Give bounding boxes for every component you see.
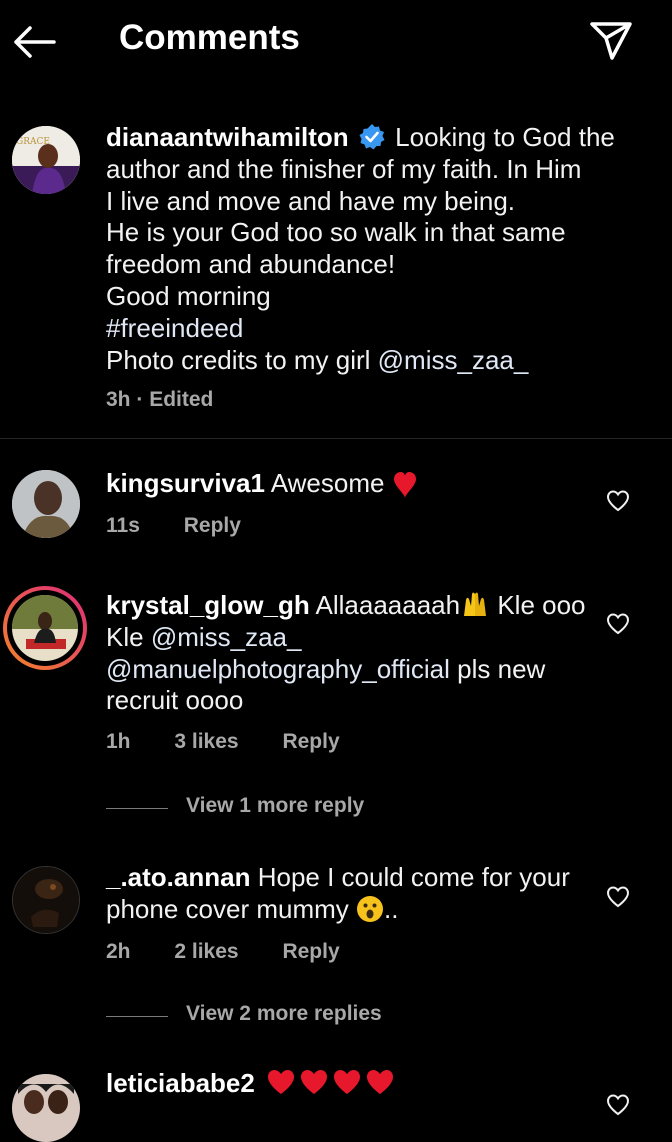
comment-meta: 2h 2 likes Reply [106, 940, 378, 964]
comment-text-cont: Kle ooo [490, 590, 586, 620]
comment-text: Allaaaaaaah [315, 590, 461, 620]
reply-button[interactable]: Reply [282, 730, 339, 753]
header: Comments [0, 0, 672, 84]
page-title: Comments [119, 18, 300, 57]
caption-username[interactable]: dianaantwihamilton [106, 122, 349, 152]
comment-meta: 1h 3 likes Reply [106, 730, 378, 754]
caption-text-4: He is your God too so walk in that same [106, 217, 566, 248]
view-more-label: View 2 more replies [186, 1002, 382, 1025]
avatar-logo-text: GRACE [16, 137, 50, 147]
avatar-image: GRACE [12, 126, 80, 194]
avatar-image [12, 1074, 80, 1142]
edited-label: Edited [149, 388, 214, 411]
caption-time: 3h [106, 388, 131, 411]
like-heart-icon[interactable] [606, 886, 630, 908]
avatar[interactable] [12, 470, 80, 538]
view-more-replies[interactable]: View 2 more replies [106, 1002, 556, 1032]
heart-emoji-icon [393, 472, 416, 499]
mention-link[interactable]: @manuelphotography_official [106, 654, 450, 684]
likes-count[interactable]: 3 likes [174, 730, 238, 753]
comment-item: leticiababe2 [0, 1068, 672, 1142]
comment-item: krystal_glow_gh Allaaaaaaah Kle ooo Kle … [0, 586, 672, 766]
divider [0, 438, 672, 439]
caption-meta: 3h · Edited [106, 388, 214, 411]
surprised-emoji-icon [356, 895, 383, 922]
comment-text-line2: phone cover mummy [106, 893, 356, 924]
comment-text-line2: Kle [106, 621, 151, 652]
reply-button[interactable]: Reply [282, 940, 339, 963]
like-heart-icon[interactable] [606, 490, 630, 512]
comment-text-ellipsis: .. [383, 893, 399, 924]
comment-item: kingsurviva1 Awesome 11s Reply [0, 466, 672, 546]
avatar-image [13, 867, 79, 933]
hearts-emoji-icon [268, 1070, 394, 1094]
hashtag-link[interactable]: #freeindeed [106, 313, 646, 345]
view-more-line [106, 1016, 168, 1017]
like-heart-icon[interactable] [606, 613, 630, 635]
likes-count[interactable]: 2 likes [174, 940, 238, 963]
comment-username[interactable]: _.ato.annan [106, 862, 250, 892]
avatar-image [12, 595, 78, 661]
comment-meta: 11s Reply [106, 514, 279, 538]
comment-time: 11s [106, 514, 140, 537]
avatar[interactable] [12, 1074, 80, 1142]
avatar[interactable] [12, 866, 80, 934]
caption-text-6: Good morning [106, 280, 271, 311]
comment-text: Hope I could come for your [257, 862, 570, 892]
comment-username[interactable]: kingsurviva1 [106, 468, 265, 498]
reply-button[interactable]: Reply [184, 514, 241, 537]
mention-link[interactable]: @miss_zaa_ [151, 622, 302, 652]
like-heart-icon[interactable] [606, 1094, 630, 1116]
avatar[interactable]: GRACE [12, 126, 80, 194]
caption-text-3: I live and move and have my being. [106, 185, 516, 216]
avatar [12, 595, 78, 661]
comment-time: 2h [106, 940, 131, 963]
raised-hands-emoji-icon [464, 592, 487, 616]
comment-username[interactable]: leticiababe2 [106, 1068, 255, 1098]
comment-time: 1h [106, 730, 131, 753]
caption-text-2: author and the finisher of my faith. In … [106, 153, 582, 184]
comment-text-line3: pls new [449, 653, 546, 684]
mention-link[interactable]: @miss_zaa_ [378, 345, 529, 375]
avatar-image [12, 470, 80, 538]
share-icon[interactable] [586, 16, 636, 64]
story-ring[interactable] [3, 586, 87, 670]
view-more-label: View 1 more reply [186, 794, 365, 817]
view-more-replies[interactable]: View 1 more reply [106, 794, 556, 824]
caption-text-5: freedom and abundance! [106, 249, 396, 280]
post-caption: GRACE dianaantwihamilton Looking to God … [0, 110, 672, 440]
verified-badge-icon [359, 124, 385, 150]
caption-text-1: Looking to God the [395, 122, 615, 152]
back-arrow-icon[interactable] [10, 20, 58, 64]
comment-text-line4: recruit oooo [106, 685, 244, 716]
view-more-line [106, 808, 168, 809]
comment-item: _.ato.annan Hope I could come for your p… [0, 860, 672, 980]
comment-text: Awesome [270, 468, 385, 498]
comment-username[interactable]: krystal_glow_gh [106, 590, 310, 620]
caption-text-8: Photo credits to my girl [106, 344, 378, 375]
